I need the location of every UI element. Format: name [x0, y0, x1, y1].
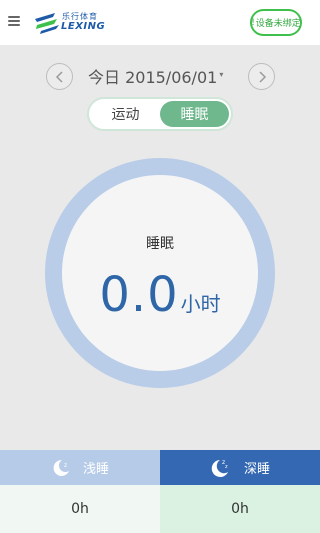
menu-icon[interactable] [8, 16, 20, 27]
deep-sleep-value: 0h [160, 485, 320, 533]
brand-logo: 乐行体育 LEXING [33, 9, 113, 37]
deep-sleep-column: z z 深睡 0h [160, 450, 320, 533]
previous-day-button[interactable] [46, 63, 73, 90]
deep-sleep-header: z z 深睡 [160, 450, 320, 485]
alert-icon: ! [251, 17, 255, 28]
header-bar: 乐行体育 LEXING ! 设备未绑定 [0, 0, 320, 45]
moon-zzz-icon: z z [210, 457, 232, 479]
summary-value-row: 0.0 小时 [62, 267, 258, 323]
svg-text:z: z [64, 462, 67, 469]
date-navigation: 今日 2015/06/01 ▾ [0, 60, 320, 92]
mode-toggle: 运动 睡眠 [87, 97, 233, 131]
svg-text:z: z [225, 464, 228, 470]
sleep-summary: 睡眠 0.0 小时 [62, 175, 258, 371]
device-unbound-button[interactable]: ! 设备未绑定 [250, 9, 302, 36]
sleep-ring: 睡眠 0.0 小时 [45, 158, 275, 388]
light-sleep-column: z 浅睡 0h [0, 450, 160, 533]
logo-text-en: LEXING [61, 21, 106, 32]
sleep-hours-value: 0.0 [99, 267, 179, 323]
light-sleep-label: 浅睡 [82, 462, 109, 477]
chevron-left-icon [55, 70, 63, 83]
summary-title: 睡眠 [146, 236, 174, 252]
moon-icon: z [51, 458, 71, 478]
tab-sleep[interactable]: 睡眠 [160, 101, 229, 127]
chevron-right-icon [258, 70, 266, 83]
date-text: 今日 2015/06/01 [88, 68, 218, 87]
tab-exercise[interactable]: 运动 [91, 101, 160, 127]
light-sleep-value: 0h [0, 485, 160, 533]
date-picker[interactable]: 今日 2015/06/01 ▾ [88, 64, 233, 88]
logo-mark-icon [35, 13, 59, 34]
sleep-screen: 乐行体育 LEXING ! 设备未绑定 今日 2015/06/01 ▾ 运动 睡… [0, 0, 320, 533]
light-sleep-header: z 浅睡 [0, 450, 160, 485]
device-button-label: 设备未绑定 [255, 19, 301, 29]
next-day-button[interactable] [248, 63, 275, 90]
caret-down-icon: ▾ [219, 69, 224, 79]
deep-sleep-label: 深睡 [243, 462, 270, 477]
sleep-breakdown: z 浅睡 0h z z 深睡 0h [0, 450, 320, 533]
sleep-hours-unit: 小时 [180, 292, 221, 316]
